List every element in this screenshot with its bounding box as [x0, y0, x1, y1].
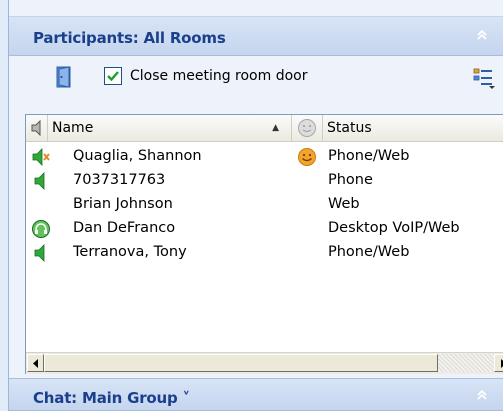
name-column-label: Name [52, 120, 94, 136]
list-options-icon[interactable] [472, 66, 496, 90]
side-pane: Participants: All Rooms Close meeting ro… [8, 0, 503, 411]
speaker-icon[interactable] [31, 243, 51, 263]
scroll-left-button[interactable] [27, 354, 44, 372]
participant-list[interactable]: Name ▲ Status Quaglia, Shannon Phone/Web… [25, 114, 503, 374]
door-icon[interactable] [55, 66, 73, 88]
scroll-thumb[interactable] [44, 354, 438, 372]
participant-name: Brian Johnson [73, 196, 173, 212]
speaker-column-icon [31, 120, 40, 136]
name-column-header[interactable]: Name ▲ [48, 115, 292, 141]
participant-row[interactable]: Brian Johnson Web [26, 193, 503, 217]
voip-headset-icon[interactable] [31, 219, 51, 239]
participant-name: Quaglia, Shannon [73, 148, 202, 164]
participant-rows: Quaglia, Shannon Phone/Web 7037317763 Ph… [26, 145, 503, 265]
collapse-participants-icon[interactable] [474, 27, 490, 43]
speaker-column-header[interactable] [26, 115, 48, 141]
mood-column-header[interactable] [292, 115, 323, 141]
speaker-icon[interactable] [31, 171, 51, 191]
status-column-label: Status [327, 120, 372, 136]
arrow-right-icon [500, 358, 503, 368]
sort-ascending-icon: ▲ [272, 123, 279, 133]
chat-header[interactable]: Chat: Main Group ˅ [9, 378, 503, 411]
mood-column-icon [298, 119, 316, 137]
status-column-header[interactable]: Status [323, 115, 503, 141]
participant-status: Web [328, 196, 360, 212]
participant-status: Desktop VoIP/Web [328, 220, 460, 236]
close-door-checkbox[interactable] [104, 67, 122, 85]
participants-header[interactable]: Participants: All Rooms [9, 16, 503, 56]
list-header: Name ▲ Status [26, 115, 503, 142]
chat-title[interactable]: Chat: Main Group ˅ [33, 389, 190, 407]
close-door-label: Close meeting room door [130, 68, 308, 84]
participant-status: Phone/Web [328, 148, 410, 164]
collapse-chat-icon[interactable] [474, 387, 490, 403]
participant-row[interactable]: Terranova, Tony Phone/Web [26, 241, 503, 265]
participant-name: Terranova, Tony [73, 244, 187, 260]
speaker-muted-icon[interactable] [31, 147, 51, 167]
participant-status: Phone [328, 172, 373, 188]
arrow-left-icon [32, 358, 38, 368]
participant-row[interactable]: Quaglia, Shannon Phone/Web [26, 145, 503, 169]
participant-row[interactable]: Dan DeFranco Desktop VoIP/Web [26, 217, 503, 241]
participants-toolbar: Close meeting room door [9, 56, 503, 100]
smiley-icon [297, 147, 317, 167]
participant-name: 7037317763 [73, 172, 166, 188]
participant-status: Phone/Web [328, 244, 410, 260]
participants-title: Participants: All Rooms [33, 29, 226, 47]
participant-name: Dan DeFranco [73, 220, 176, 236]
participant-row[interactable]: 7037317763 Phone [26, 169, 503, 193]
scroll-right-button[interactable] [494, 354, 503, 372]
scroll-track[interactable] [438, 354, 494, 372]
horizontal-scrollbar[interactable] [26, 352, 503, 374]
